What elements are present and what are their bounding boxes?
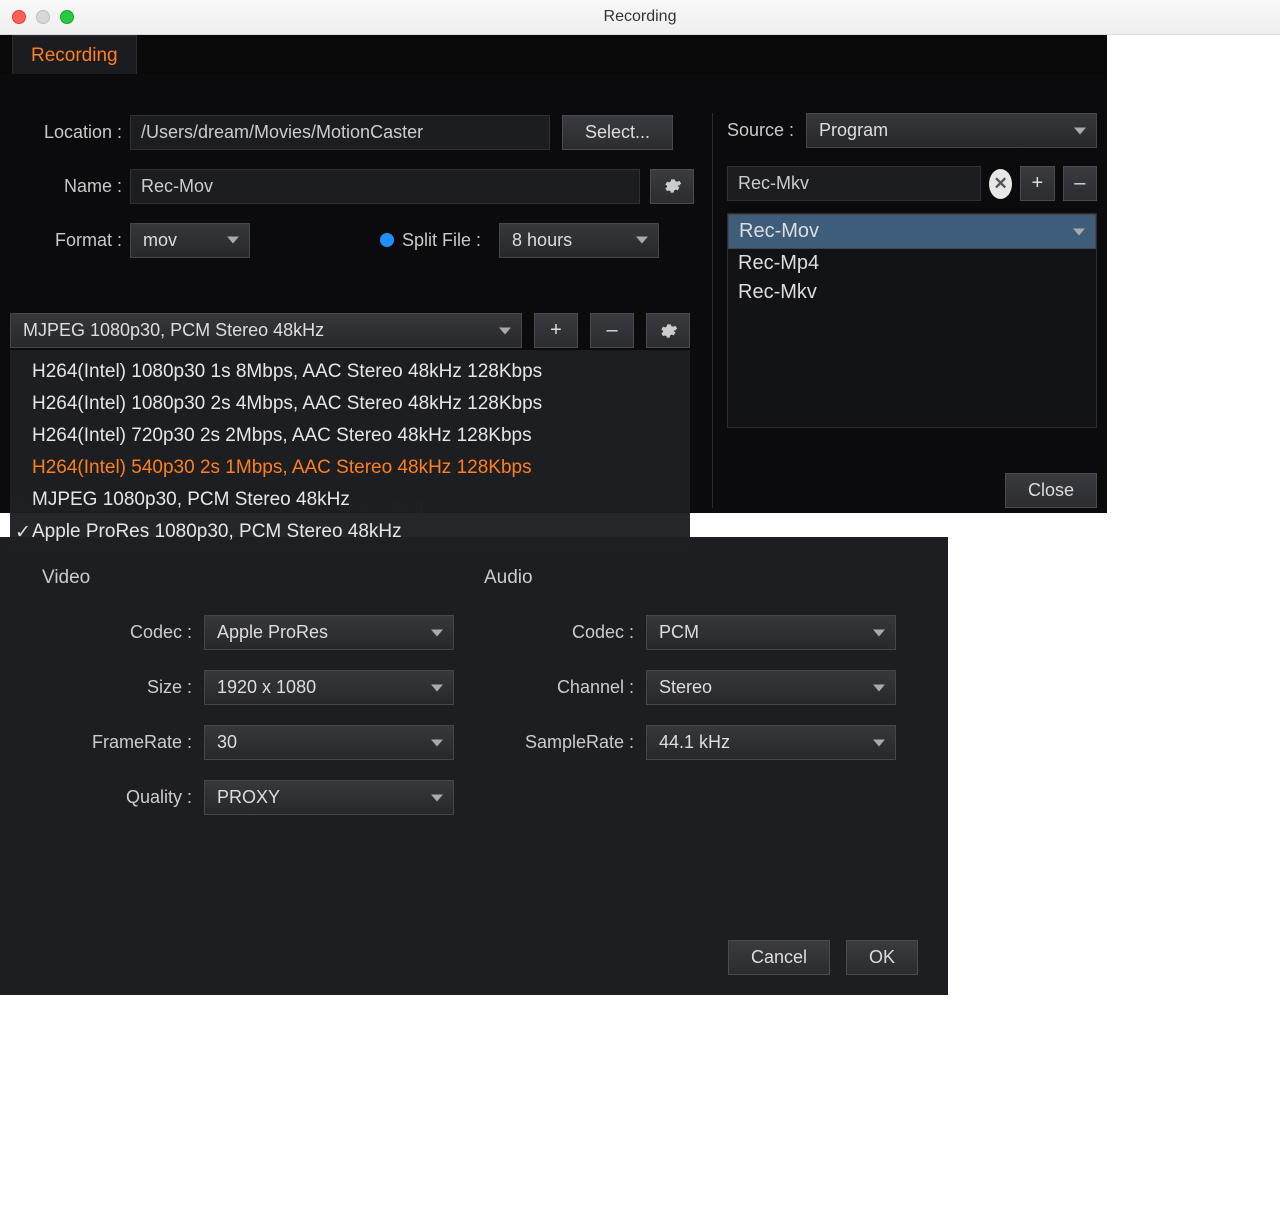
video-size-select[interactable]: 1920 x 1080	[204, 670, 454, 705]
video-quality-value: PROXY	[217, 787, 280, 808]
preset-add-button[interactable]: +	[534, 313, 578, 348]
recording-window: Recording Location : Select... Name : Fo…	[0, 35, 1107, 513]
video-codec-label: Codec :	[42, 622, 192, 643]
clear-name-button[interactable]: ✕	[989, 169, 1012, 199]
preset-select[interactable]: MJPEG 1080p30, PCM Stereo 48kHz	[10, 313, 522, 348]
name-input[interactable]	[130, 169, 640, 204]
side-close-button[interactable]: Close	[1005, 473, 1097, 508]
audio-channel-select[interactable]: Stereo	[646, 670, 896, 705]
preset-option[interactable]: H264(Intel) 720p30 2s 2Mbps, AAC Stereo …	[10, 420, 690, 452]
tab-bar: Recording	[0, 35, 1107, 74]
audio-column: Audio Codec : PCM Channel : Stereo Sampl…	[484, 567, 906, 835]
titlebar: Recording	[0, 0, 1280, 35]
ok-button[interactable]: OK	[846, 940, 918, 975]
close-icon: ✕	[993, 174, 1007, 194]
recording-form: Location : Select... Name : Format : mov…	[10, 113, 710, 275]
traffic-lights	[12, 10, 74, 24]
zoom-window-icon[interactable]	[60, 10, 74, 24]
settings-dialog: Video Codec : Apple ProRes Size : 1920 x…	[0, 537, 948, 995]
split-duration-value: 8 hours	[512, 230, 572, 251]
audio-samplerate-value: 44.1 kHz	[659, 732, 730, 753]
side-remove-button[interactable]: –	[1063, 166, 1097, 201]
select-location-button[interactable]: Select...	[562, 115, 673, 150]
audio-codec-label: Codec :	[484, 622, 634, 643]
source-value: Program	[819, 120, 888, 141]
video-size-label: Size :	[42, 677, 192, 698]
window-title: Recording	[604, 8, 677, 26]
audio-samplerate-select[interactable]: 44.1 kHz	[646, 725, 896, 760]
split-file-radio-icon[interactable]	[380, 233, 394, 247]
audio-samplerate-label: SampleRate :	[484, 732, 634, 753]
name-label: Name :	[10, 176, 130, 197]
preset-remove-button[interactable]: –	[590, 313, 634, 348]
video-framerate-value: 30	[217, 732, 237, 753]
cancel-button[interactable]: Cancel	[728, 940, 830, 975]
source-label: Source :	[727, 120, 794, 141]
minus-icon: –	[606, 319, 617, 342]
plus-icon: +	[550, 319, 562, 342]
gear-icon	[658, 321, 678, 341]
format-label: Format :	[10, 230, 130, 251]
video-codec-value: Apple ProRes	[217, 622, 328, 643]
preset-settings-button[interactable]	[646, 313, 690, 348]
name-settings-button[interactable]	[650, 169, 694, 204]
dialog-actions: Cancel OK	[728, 940, 918, 975]
recording-list-item[interactable]: Rec-Mp4	[728, 249, 1096, 278]
video-codec-select[interactable]: Apple ProRes	[204, 615, 454, 650]
minus-icon: –	[1074, 172, 1085, 195]
preset-option[interactable]: Apple ProRes 1080p30, PCM Stereo 48kHz	[10, 516, 690, 548]
preset-dropdown-list: H264(Intel) 1080p30 1s 8Mbps, AAC Stereo…	[10, 350, 690, 554]
audio-channel-label: Channel :	[484, 677, 634, 698]
side-name-input[interactable]	[727, 166, 981, 201]
preset-option[interactable]: H264(Intel) 540p30 2s 1Mbps, AAC Stereo …	[10, 452, 690, 484]
video-framerate-select[interactable]: 30	[204, 725, 454, 760]
format-value: mov	[143, 230, 177, 251]
split-duration-select[interactable]: 8 hours	[499, 223, 659, 258]
audio-codec-select[interactable]: PCM	[646, 615, 896, 650]
recording-list-item[interactable]: Rec-Mov	[728, 214, 1096, 249]
preset-option[interactable]: H264(Intel) 1080p30 1s 8Mbps, AAC Stereo…	[10, 356, 690, 388]
tab-recording[interactable]: Recording	[12, 35, 137, 74]
video-framerate-label: FrameRate :	[42, 732, 192, 753]
video-heading: Video	[42, 567, 464, 589]
preset-option[interactable]: MJPEG 1080p30, PCM Stereo 48kHz	[10, 484, 690, 516]
audio-channel-value: Stereo	[659, 677, 712, 698]
gear-icon	[662, 176, 682, 196]
preset-value: MJPEG 1080p30, PCM Stereo 48kHz	[23, 320, 324, 341]
location-label: Location :	[10, 122, 130, 143]
audio-codec-value: PCM	[659, 622, 699, 643]
close-window-icon[interactable]	[12, 10, 26, 24]
video-size-value: 1920 x 1080	[217, 677, 316, 698]
location-input[interactable]	[130, 115, 550, 150]
format-select[interactable]: mov	[130, 223, 250, 258]
minimize-window-icon	[36, 10, 50, 24]
video-quality-select[interactable]: PROXY	[204, 780, 454, 815]
source-select[interactable]: Program	[806, 113, 1097, 148]
video-quality-label: Quality :	[42, 787, 192, 808]
plus-icon: +	[1032, 172, 1044, 195]
recording-list-item[interactable]: Rec-Mkv	[728, 278, 1096, 307]
preset-bar: MJPEG 1080p30, PCM Stereo 48kHz + –	[10, 313, 690, 348]
audio-heading: Audio	[484, 567, 906, 589]
recording-side-panel: Source : Program ✕ + – Rec-MovRec-Mp4Rec…	[712, 113, 1097, 508]
recording-list[interactable]: Rec-MovRec-Mp4Rec-Mkv	[727, 213, 1097, 428]
preset-option[interactable]: H264(Intel) 1080p30 2s 4Mbps, AAC Stereo…	[10, 388, 690, 420]
side-add-button[interactable]: +	[1020, 166, 1054, 201]
split-file-label: Split File :	[402, 230, 481, 251]
video-column: Video Codec : Apple ProRes Size : 1920 x…	[42, 567, 464, 835]
